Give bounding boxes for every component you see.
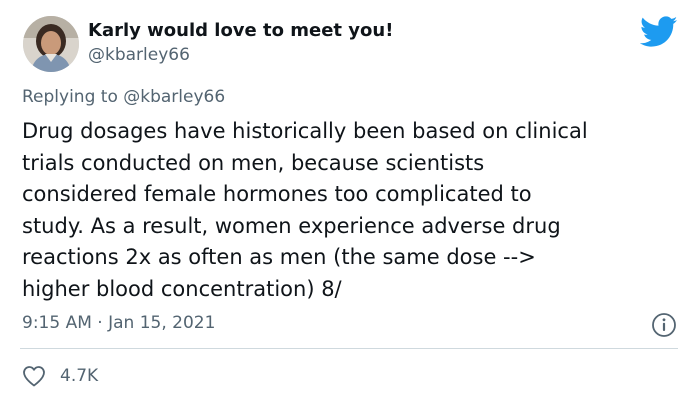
tweet-text-line: considered female hormones too complicat… — [22, 182, 532, 206]
like-count: 4.7K — [60, 366, 99, 386]
avatar[interactable] — [23, 16, 79, 72]
twitter-bird-icon[interactable] — [639, 16, 678, 48]
like-button[interactable]: 4.7K — [22, 364, 98, 388]
tweet-text-line: higher blood concentration) 8/ — [22, 276, 342, 301]
reply-mention-link[interactable]: @kbarley66 — [123, 87, 225, 107]
replying-to-label: Replying to — [22, 87, 124, 107]
divider — [20, 348, 678, 349]
tweet-text: Drug dosages have historically been base… — [22, 116, 692, 305]
replying-to: Replying to @kbarley66 — [22, 87, 225, 107]
tweet-text-line: Drug dosages have historically been base… — [22, 119, 588, 143]
tweet-timestamp[interactable]: 9:15 AM · Jan 15, 2021 — [22, 313, 215, 333]
info-icon[interactable] — [651, 312, 677, 338]
tweet-card: Karly would love to meet you! @kbarley66… — [0, 0, 700, 402]
tweet-text-line: study. As a result, women experience adv… — [22, 213, 561, 238]
tweet-text-line: reactions 2x as often as men (the same d… — [22, 245, 536, 269]
display-name[interactable]: Karly would love to meet you! — [88, 20, 393, 41]
user-handle[interactable]: @kbarley66 — [88, 45, 190, 65]
tweet-text-line: trials conducted on men, because scienti… — [22, 150, 485, 175]
heart-icon[interactable] — [22, 365, 46, 387]
